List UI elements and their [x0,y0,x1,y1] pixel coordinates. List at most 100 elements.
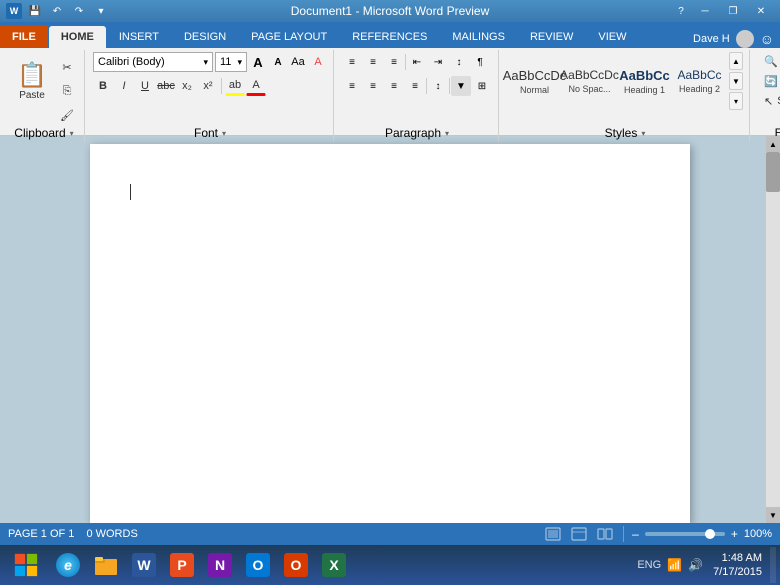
styles-scroll-up[interactable]: ▲ [729,52,743,70]
publisher-icon[interactable]: P [164,547,200,583]
highlight-button[interactable]: ab [225,76,245,96]
format-painter-button[interactable]: 🖌 [56,104,78,126]
paragraph-content: ≡ ≡ ≡ ⇤ ⇥ ↕ ¶ ≡ ≡ ≡ ≡ [342,52,492,126]
internet-explorer-icon[interactable]: e [50,547,86,583]
align-right-button[interactable]: ≡ [384,76,404,96]
shading-button[interactable]: ▼ [451,76,471,96]
speaker-icon[interactable]: 🔊 [688,558,703,572]
zoom-in-btn[interactable]: + [731,527,738,541]
styles-expand-icon[interactable]: ▾ [641,129,645,138]
print-layout-btn[interactable] [543,526,563,542]
close-button[interactable]: ✕ [748,0,774,22]
find-button[interactable]: 🔍 Find ▾ [758,52,780,70]
para-row-2: ≡ ≡ ≡ ≡ ↕ ▼ ⊞ [342,76,492,96]
document-page[interactable] [90,144,690,523]
quick-save-btn[interactable]: 💾 [26,2,44,20]
office-icon[interactable]: O [278,547,314,583]
line-spacing-button[interactable]: ↕ [428,76,448,96]
scroll-down-btn[interactable]: ▼ [766,507,780,523]
sort-button[interactable]: ↕ [449,52,469,72]
paragraph-expand-icon[interactable]: ▾ [445,129,449,138]
web-layout-btn[interactable] [569,526,589,542]
tab-home[interactable]: HOME [49,26,106,48]
word-taskbar-icon[interactable]: W [126,547,162,583]
window-title: Document1 - Microsoft Word Preview [291,4,490,18]
tab-insert[interactable]: INSERT [107,26,171,48]
paste-label: Paste [19,90,45,101]
align-center-button[interactable]: ≡ [363,76,383,96]
excel-icon[interactable]: X [316,547,352,583]
multilevel-button[interactable]: ≡ [384,52,404,72]
onenote-icon[interactable]: N [202,547,238,583]
tab-pagelayout[interactable]: PAGE LAYOUT [239,26,339,48]
subscript-button[interactable]: x₂ [177,76,197,96]
style-normal[interactable]: AaBbCcDc Normal [507,52,562,110]
paste-button[interactable]: 📋 Paste [10,52,54,110]
superscript-button[interactable]: x² [198,76,218,96]
tab-review[interactable]: REVIEW [518,26,585,48]
scroll-up-btn[interactable]: ▲ [766,136,780,152]
system-tray: ENG 📶 🔊 [637,558,709,572]
cut-button[interactable]: ✂ [56,56,78,78]
bullets-button[interactable]: ≡ [342,52,362,72]
quick-redo-btn[interactable]: ↷ [70,2,88,20]
strikethrough-button[interactable]: abc [156,76,176,96]
zoom-slider[interactable] [645,532,725,536]
outlook-icon[interactable]: O [240,547,276,583]
font-color-button[interactable]: A [246,76,266,96]
styles-scroll-down[interactable]: ▼ [729,72,743,90]
tab-file[interactable]: FILE [0,26,48,48]
font-grow-button[interactable]: A [249,53,267,71]
clipboard-expand-icon[interactable]: ▾ [70,129,74,138]
underline-button[interactable]: U [135,76,155,96]
styles-more[interactable]: ▾ [729,92,743,110]
scrollbar[interactable]: ▲ ▼ [766,136,780,523]
tab-design[interactable]: DESIGN [172,26,238,48]
font-case-button[interactable]: Aa [289,53,307,71]
align-left-button[interactable]: ≡ [342,76,362,96]
select-button[interactable]: ↖ Select ▾ [758,92,780,110]
replace-button[interactable]: 🔄 Replace [758,72,780,90]
style-no-spacing[interactable]: AaBbCcDc No Spac... [562,52,617,110]
show-desktop-btn[interactable] [770,547,776,583]
clock-date: 7/17/2015 [713,565,762,579]
minimize-button[interactable]: ─ [692,0,718,22]
font-expand-icon[interactable]: ▾ [222,129,226,138]
restore-button[interactable]: ❐ [720,0,746,22]
clipboard-label: Clipboard [14,126,65,140]
font-family-selector[interactable]: Calibri (Body) ▾ [93,52,213,72]
justify-button[interactable]: ≡ [405,76,425,96]
network-icon[interactable]: 📶 [667,558,682,572]
start-button[interactable] [4,547,48,583]
quick-dropdown-btn[interactable]: ▾ [92,2,110,20]
zoom-thumb[interactable] [705,529,715,539]
tab-view[interactable]: VIEW [586,26,638,48]
smiley-icon[interactable]: ☺ [760,31,774,47]
italic-button[interactable]: I [114,76,134,96]
font-shrink-button[interactable]: A [269,53,287,71]
style-heading2[interactable]: AaBbCc Heading 2 [672,52,727,110]
copy-button[interactable]: ⎘ [56,80,78,102]
style-heading1[interactable]: AaBbCc Heading 1 [617,52,672,110]
style-normal-label: Normal [520,85,549,95]
document-area[interactable]: ▲ ▼ [0,136,780,523]
tab-references[interactable]: REFERENCES [340,26,439,48]
read-mode-btn[interactable] [595,526,615,542]
zoom-out-btn[interactable]: – [632,527,639,541]
help-icon[interactable]: ? [672,2,690,20]
increase-indent-button[interactable]: ⇥ [428,52,448,72]
numbering-button[interactable]: ≡ [363,52,383,72]
bold-button[interactable]: B [93,76,113,96]
decrease-indent-button[interactable]: ⇤ [407,52,427,72]
quick-undo-btn[interactable]: ↶ [48,2,66,20]
tab-mailings[interactable]: MAILINGS [440,26,517,48]
paste-icon: 📋 [17,61,47,90]
file-explorer-icon[interactable] [88,547,124,583]
clear-format-button[interactable]: A [309,53,327,71]
show-para-button[interactable]: ¶ [470,52,490,72]
borders-button[interactable]: ⊞ [472,76,492,96]
clock[interactable]: 1:48 AM 7/17/2015 [713,551,762,580]
font-size-selector[interactable]: 11 ▾ [215,52,247,72]
styles-group: AaBbCcDc Normal AaBbCcDc No Spac... AaBb… [501,50,750,142]
scroll-thumb[interactable] [766,152,780,192]
